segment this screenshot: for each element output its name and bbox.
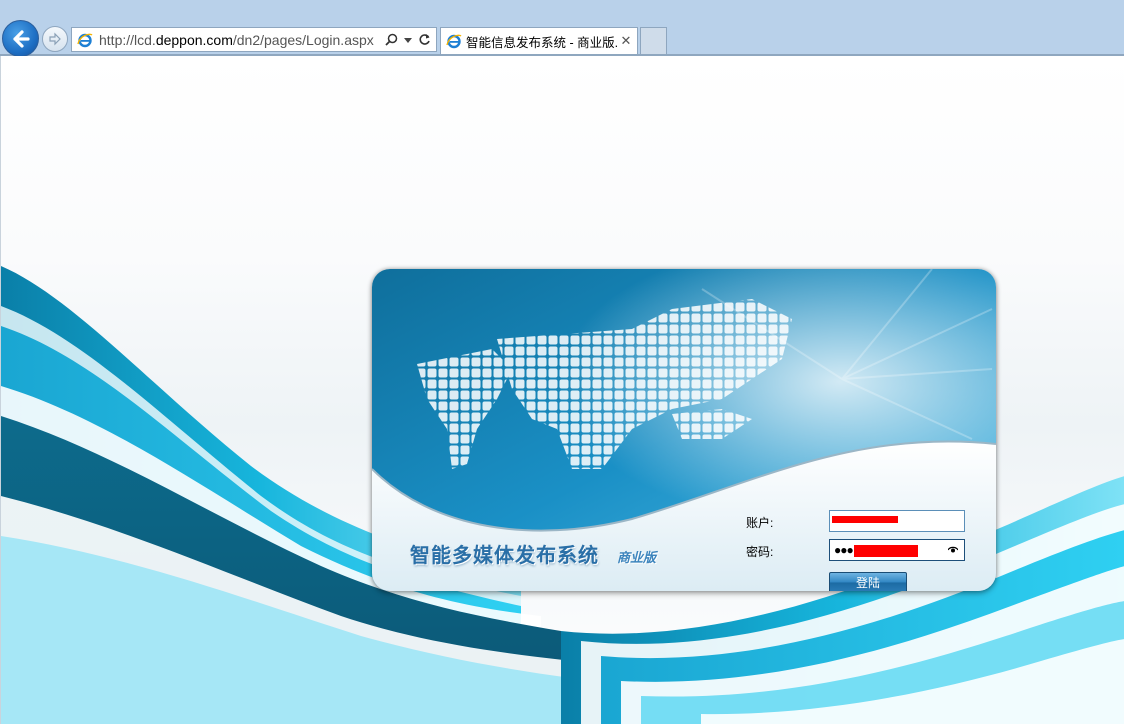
redaction-mark	[832, 516, 898, 523]
system-title: 智能多媒体发布系统	[410, 543, 599, 567]
tab-login[interactable]: 智能信息发布系统 - 商业版... ✕	[440, 27, 638, 54]
internet-explorer-icon	[446, 33, 462, 49]
browser-toolbar: http://lcd.deppon.com/dn2/pages/Login.as…	[0, 0, 1124, 57]
password-mask: ●●●	[834, 543, 854, 557]
password-label: 密码:	[746, 545, 774, 559]
search-icon[interactable]	[385, 33, 398, 46]
tab-title: 智能信息发布系统 - 商业版...	[466, 35, 619, 50]
close-icon[interactable]: ✕	[619, 33, 633, 49]
new-tab-button[interactable]	[640, 27, 667, 54]
dropdown-arrow-icon[interactable]	[404, 36, 412, 44]
back-arrow-icon	[12, 29, 30, 48]
url-domain: deppon.com	[155, 31, 233, 48]
url-text[interactable]: http://lcd.deppon.com/dn2/pages/Login.as…	[99, 32, 385, 48]
eye-icon[interactable]	[948, 546, 958, 554]
page-content: 智能多媒体发布系统 商业版 账户: 密码: ●●● 登陆	[0, 56, 1124, 724]
url-prefix: http://lcd.	[99, 31, 156, 48]
password-input[interactable]: ●●●	[829, 539, 965, 561]
login-panel: 智能多媒体发布系统 商业版 账户: 密码: ●●● 登陆	[372, 269, 996, 591]
account-input[interactable]	[829, 510, 965, 532]
login-button[interactable]: 登陆	[829, 572, 907, 591]
internet-explorer-icon	[77, 32, 93, 48]
edition-label: 商业版	[617, 551, 657, 566]
forward-button[interactable]	[42, 26, 68, 52]
refresh-icon[interactable]	[418, 33, 431, 46]
url-path: /dn2/pages/Login.aspx	[232, 31, 374, 48]
forward-arrow-icon	[49, 32, 61, 46]
address-bar[interactable]: http://lcd.deppon.com/dn2/pages/Login.as…	[71, 27, 437, 52]
back-button[interactable]	[2, 20, 39, 57]
account-label: 账户:	[746, 516, 774, 530]
redaction-mark	[854, 545, 918, 557]
